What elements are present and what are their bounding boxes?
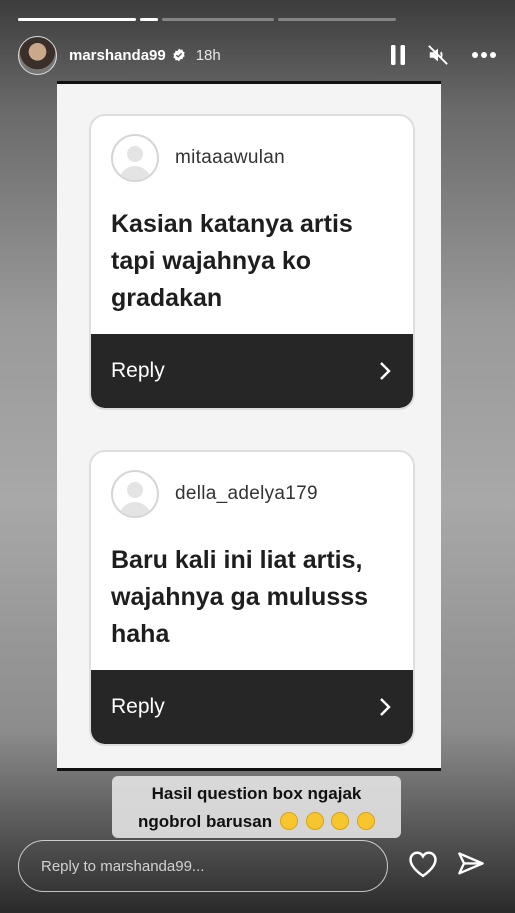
story-segment [162,18,274,21]
question-username: della_adelya179 [175,483,318,504]
send-icon[interactable] [456,850,486,883]
avatar-placeholder-icon [111,134,159,182]
story-time: 18h [195,46,221,64]
verified-badge-icon [173,48,185,62]
question-card: della_adelya179 Baru kali ini liat artis… [89,450,415,746]
story-segment [278,18,396,21]
avatar-placeholder-icon [111,470,159,518]
story-content: mitaaawulan Kasian katanya artis tapi wa… [57,81,441,771]
flushed-face-icon [305,812,324,830]
heart-icon[interactable] [408,850,438,883]
question-card: mitaaawulan Kasian katanya artis tapi wa… [89,114,415,410]
reply-button[interactable]: Reply [91,334,413,408]
reply-label: Reply [111,359,165,382]
reply-input[interactable] [18,840,388,892]
story-segment [140,18,158,21]
pause-icon[interactable] [391,45,405,65]
crying-face-icon [279,812,298,830]
story-caption: Hasil question box ngajak ngobrol barusa… [112,776,401,838]
story-header: marshanda99 18h [18,35,497,75]
story-segment [18,18,136,21]
face-with-hand-over-mouth-icon [357,812,376,830]
caption-line-1: Hasil question box ngajak [151,784,362,803]
avatar[interactable] [18,35,57,75]
question-message: Baru kali ini liat artis, wajahnya ga mu… [111,546,369,648]
chevron-right-icon [380,698,391,716]
chevron-right-icon [380,362,391,380]
story-progress-bar [18,18,495,21]
speaker-muted-icon[interactable] [427,44,449,66]
sad-face-icon [331,812,350,830]
story-username[interactable]: marshanda99 [69,47,166,64]
reply-button[interactable]: Reply [91,670,413,744]
more-options-icon[interactable] [471,51,497,59]
caption-line-2: ngobrol barusan [137,812,273,831]
reply-label: Reply [111,695,165,718]
question-message: Kasian katanya artis tapi wajahnya ko gr… [111,210,353,312]
question-username: mitaaawulan [175,147,285,168]
